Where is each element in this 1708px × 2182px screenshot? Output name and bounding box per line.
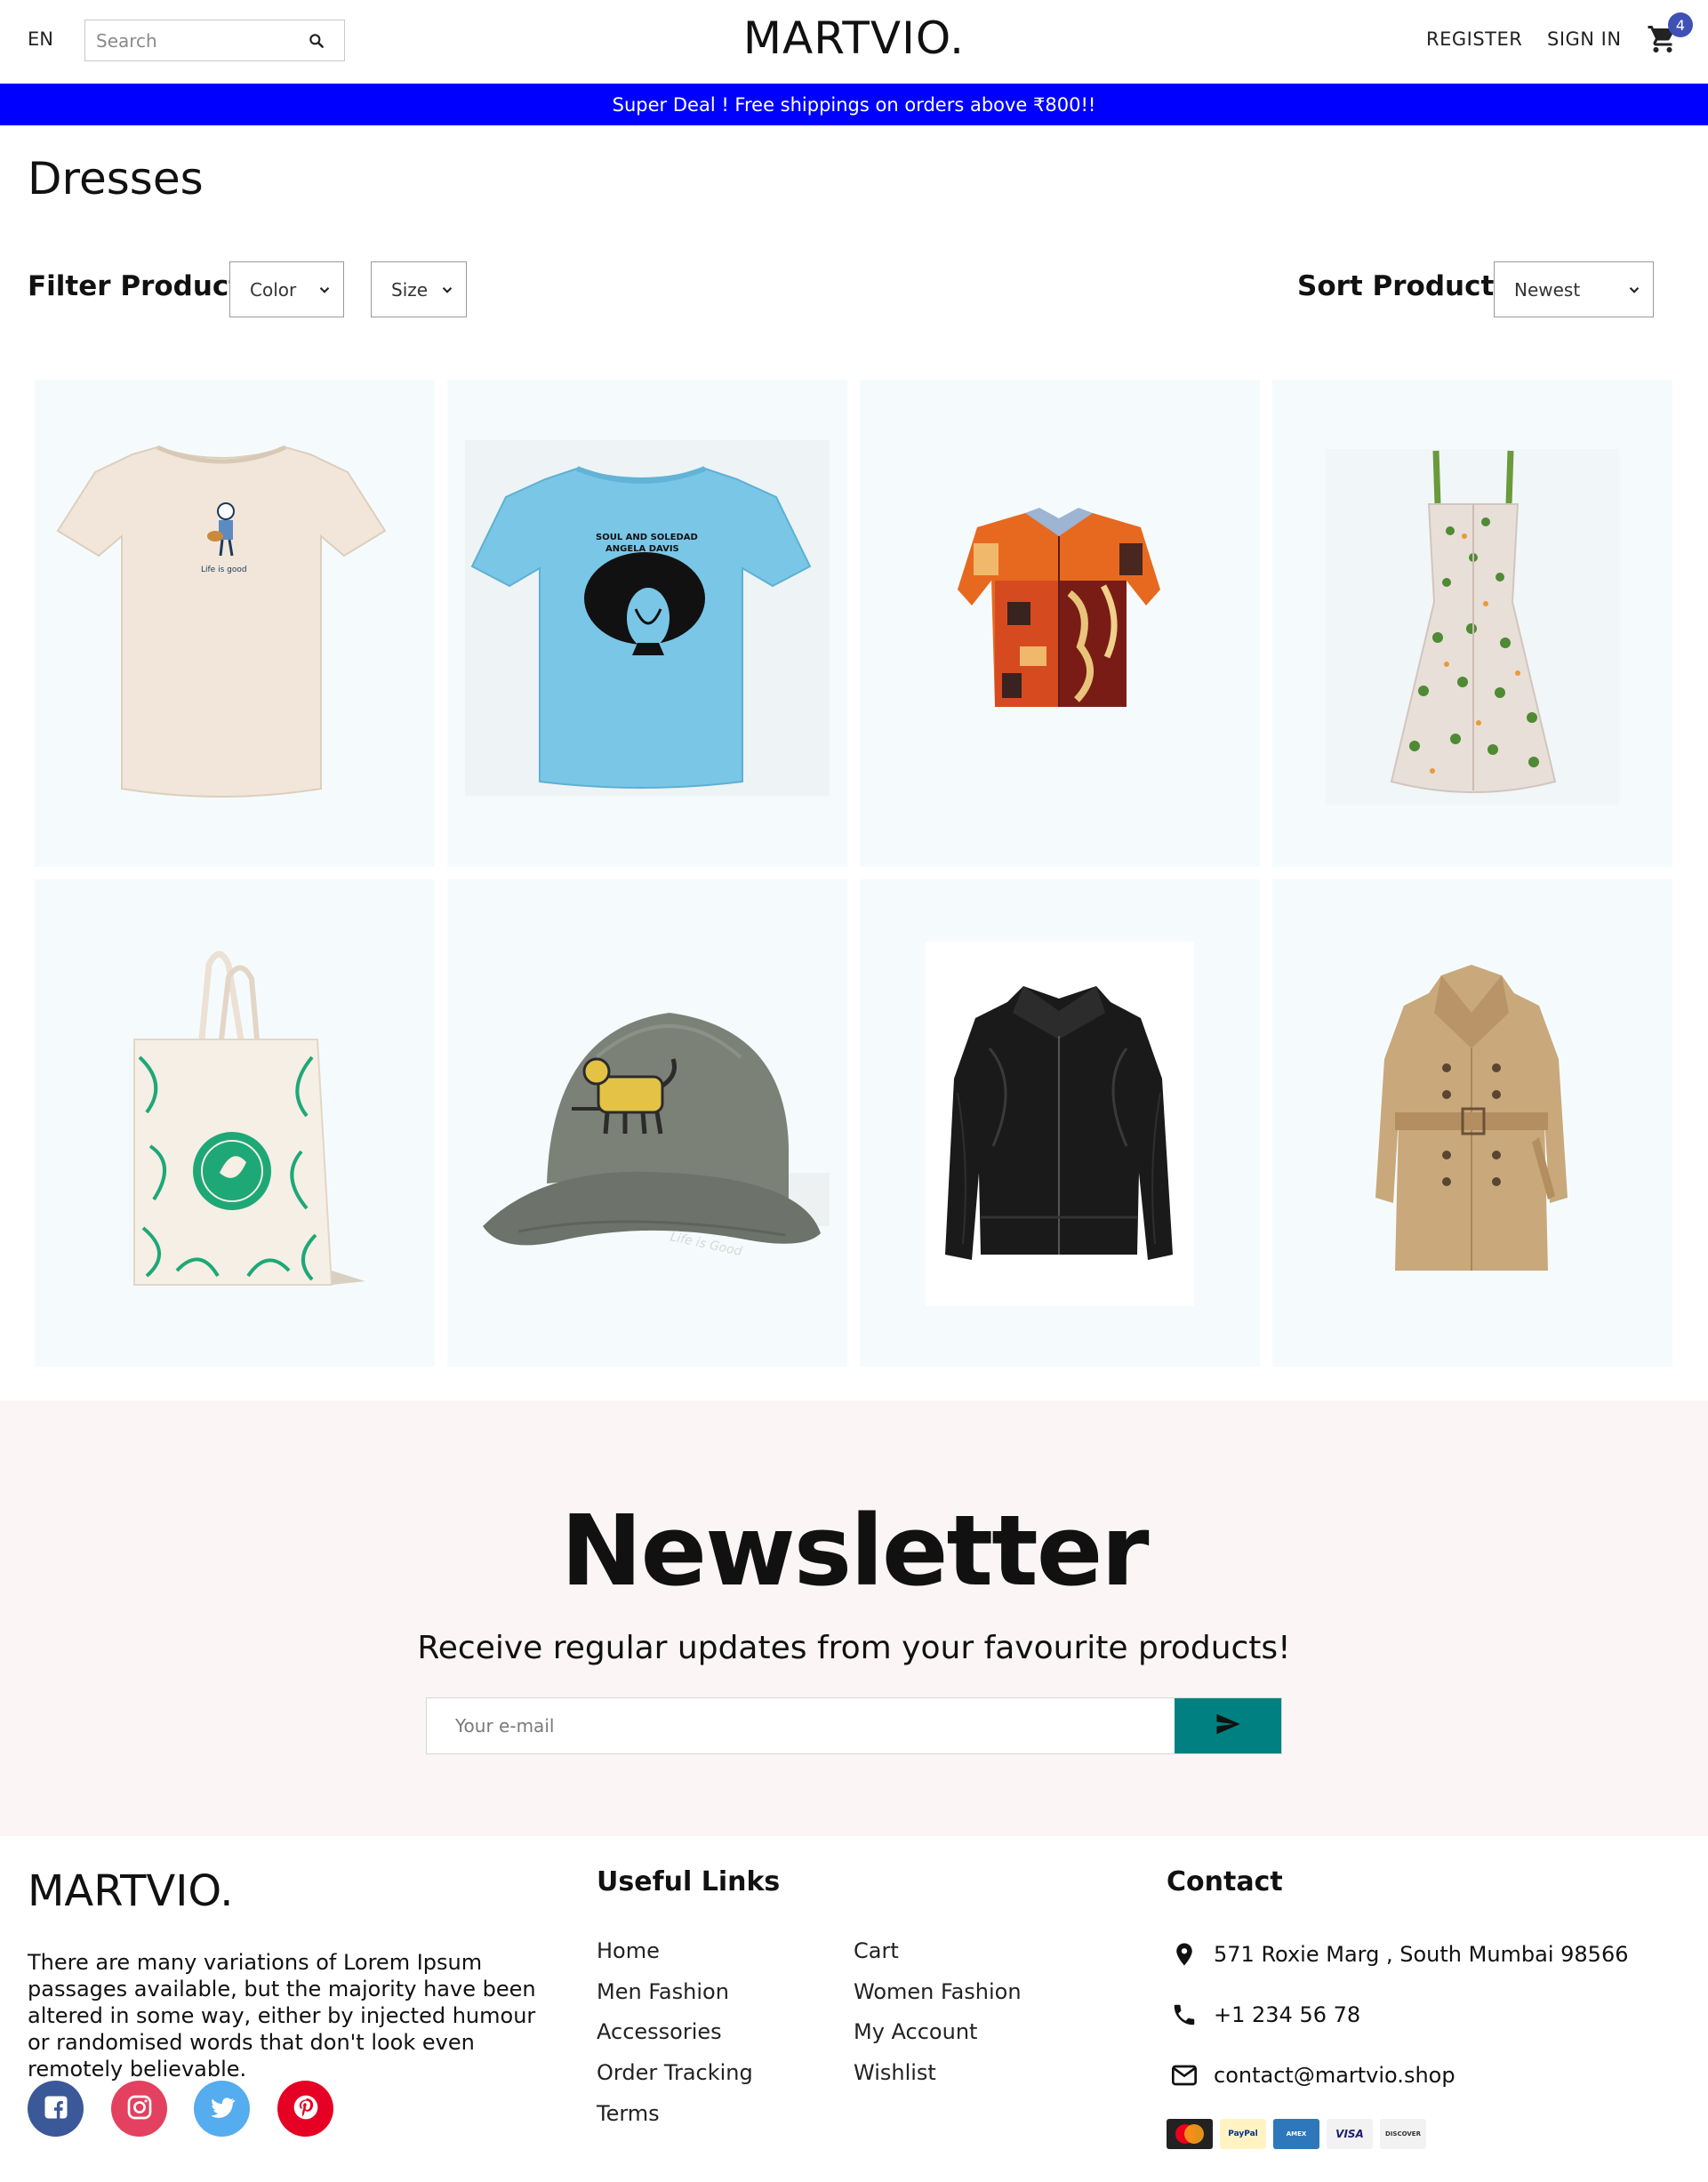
- cream-tshirt-image: Life is good: [56, 445, 387, 798]
- newsletter-send-button[interactable]: [1175, 1698, 1281, 1753]
- newsletter-form: [426, 1697, 1282, 1754]
- mail-icon: [1167, 2058, 1202, 2093]
- cart-count-badge: 4: [1668, 12, 1693, 37]
- sort-label: Sort Products:: [1297, 270, 1522, 302]
- product-card-trench-coat[interactable]: [1272, 879, 1672, 1367]
- instagram-icon: [125, 2093, 154, 2125]
- contact-email: contact@martvio.shop: [1167, 2058, 1455, 2093]
- footer-link-women-fashion[interactable]: Women Fashion: [854, 1979, 1022, 2004]
- trench-coat-image: [1375, 965, 1568, 1271]
- american-express-icon: AMEX: [1273, 2119, 1319, 2149]
- shopping-cart-icon: [1647, 26, 1679, 59]
- address-text: 571 Roxie Marg , South Mumbai 98566: [1214, 1942, 1629, 1967]
- color-filter-select[interactable]: Color: [229, 261, 344, 317]
- site-logo[interactable]: MARTVIO.: [743, 12, 965, 64]
- footer-link-terms[interactable]: Terms: [597, 2101, 660, 2126]
- footer-link-home[interactable]: Home: [597, 1938, 660, 1963]
- size-filter-select[interactable]: Size: [371, 261, 467, 317]
- search-icon[interactable]: [299, 23, 334, 59]
- phone-text[interactable]: +1 234 56 78: [1214, 2002, 1360, 2027]
- product-card-tote-bag[interactable]: [35, 879, 435, 1367]
- announcement-text: Super Deal ! Free shippings on orders ab…: [612, 93, 1096, 116]
- footer-link-wishlist[interactable]: Wishlist: [854, 2060, 936, 2085]
- sort-select[interactable]: Newest: [1494, 261, 1654, 317]
- discover-icon: DISCOVER: [1380, 2119, 1426, 2149]
- svg-text:Life is good: Life is good: [201, 566, 247, 574]
- chevron-down-icon: [439, 281, 455, 302]
- product-card-grey-cap[interactable]: Life is Good: [447, 879, 847, 1367]
- mastercard-icon: [1167, 2119, 1213, 2149]
- footer-link-cart[interactable]: Cart: [854, 1938, 899, 1963]
- navbar: EN MARTVIO. REGISTER SIGN IN 4: [0, 0, 1708, 84]
- page-title: Dresses: [28, 153, 204, 205]
- product-card-blue-graphic-tshirt[interactable]: SOUL AND SOLEDAD ANGELA DAVIS: [447, 380, 847, 867]
- language-selector[interactable]: EN: [28, 28, 53, 50]
- contact-phone: +1 234 56 78: [1167, 1997, 1360, 2033]
- search-input[interactable]: [85, 29, 299, 52]
- product-card-leather-jacket[interactable]: [860, 879, 1260, 1367]
- payment-methods: PayPal AMEX VISA DISCOVER: [1167, 2119, 1426, 2149]
- announcement-bar: Super Deal ! Free shippings on orders ab…: [0, 84, 1708, 125]
- newsletter-email-input[interactable]: [427, 1698, 1175, 1753]
- footer-link-my-account[interactable]: My Account: [854, 2019, 977, 2044]
- floral-dress-image: [1326, 449, 1619, 805]
- newsletter-description: Receive regular updates from your favour…: [417, 1630, 1291, 1666]
- leather-jacket-image: [926, 942, 1194, 1306]
- useful-links-title: Useful Links: [597, 1866, 781, 1897]
- footer-link-accessories[interactable]: Accessories: [597, 2019, 722, 2044]
- register-link[interactable]: REGISTER: [1426, 28, 1522, 50]
- contact-address: 571 Roxie Marg , South Mumbai 98566: [1167, 1937, 1629, 1972]
- twitter-link[interactable]: [194, 2081, 250, 2137]
- product-card-patterned-shirt[interactable]: [860, 380, 1260, 867]
- phone-icon: [1167, 1997, 1202, 2033]
- pinterest-link[interactable]: [277, 2081, 333, 2137]
- twitter-icon: [208, 2093, 237, 2125]
- sort-value: Newest: [1514, 278, 1581, 301]
- sign-in-link[interactable]: SIGN IN: [1547, 28, 1622, 50]
- color-filter-value: Color: [250, 278, 297, 301]
- send-icon: [1213, 1711, 1243, 1741]
- search-container: [84, 20, 345, 61]
- tote-bag-image: [133, 951, 365, 1286]
- chevron-down-icon: [1626, 281, 1642, 302]
- product-card-floral-dress[interactable]: [1272, 380, 1672, 867]
- newsletter-title: Newsletter: [560, 1494, 1149, 1608]
- footer-logo[interactable]: MARTVIO.: [28, 1866, 234, 1916]
- svg-text:SOUL AND SOLEDAD: SOUL AND SOLEDAD: [596, 533, 698, 542]
- product-card-cream-tshirt[interactable]: Life is good: [35, 380, 435, 867]
- footer-link-men-fashion[interactable]: Men Fashion: [597, 1979, 729, 2004]
- instagram-link[interactable]: [111, 2081, 167, 2137]
- size-filter-value: Size: [391, 278, 429, 301]
- chevron-down-icon: [317, 281, 333, 302]
- footer-description: There are many variations of Lorem Ipsum…: [28, 1950, 536, 2082]
- grey-cap-image: Life is Good: [483, 1013, 830, 1259]
- patterned-shirt-image: [958, 508, 1160, 707]
- pinterest-icon: [292, 2093, 320, 2125]
- location-pin-icon: [1167, 1937, 1202, 1972]
- footer: MARTVIO. There are many variations of Lo…: [0, 1836, 1708, 2182]
- facebook-icon: [43, 2094, 69, 2124]
- blue-graphic-tshirt-image: SOUL AND SOLEDAD ANGELA DAVIS: [465, 440, 830, 796]
- newsletter-section: Newsletter Receive regular updates from …: [0, 1400, 1708, 1836]
- facebook-link[interactable]: [28, 2081, 84, 2137]
- contact-title: Contact: [1167, 1866, 1283, 1897]
- email-text[interactable]: contact@martvio.shop: [1214, 2063, 1455, 2088]
- visa-icon: VISA: [1327, 2119, 1373, 2149]
- footer-link-order-tracking[interactable]: Order Tracking: [597, 2060, 753, 2085]
- paypal-icon: PayPal: [1220, 2119, 1266, 2149]
- cart-button[interactable]: 4: [1647, 12, 1693, 62]
